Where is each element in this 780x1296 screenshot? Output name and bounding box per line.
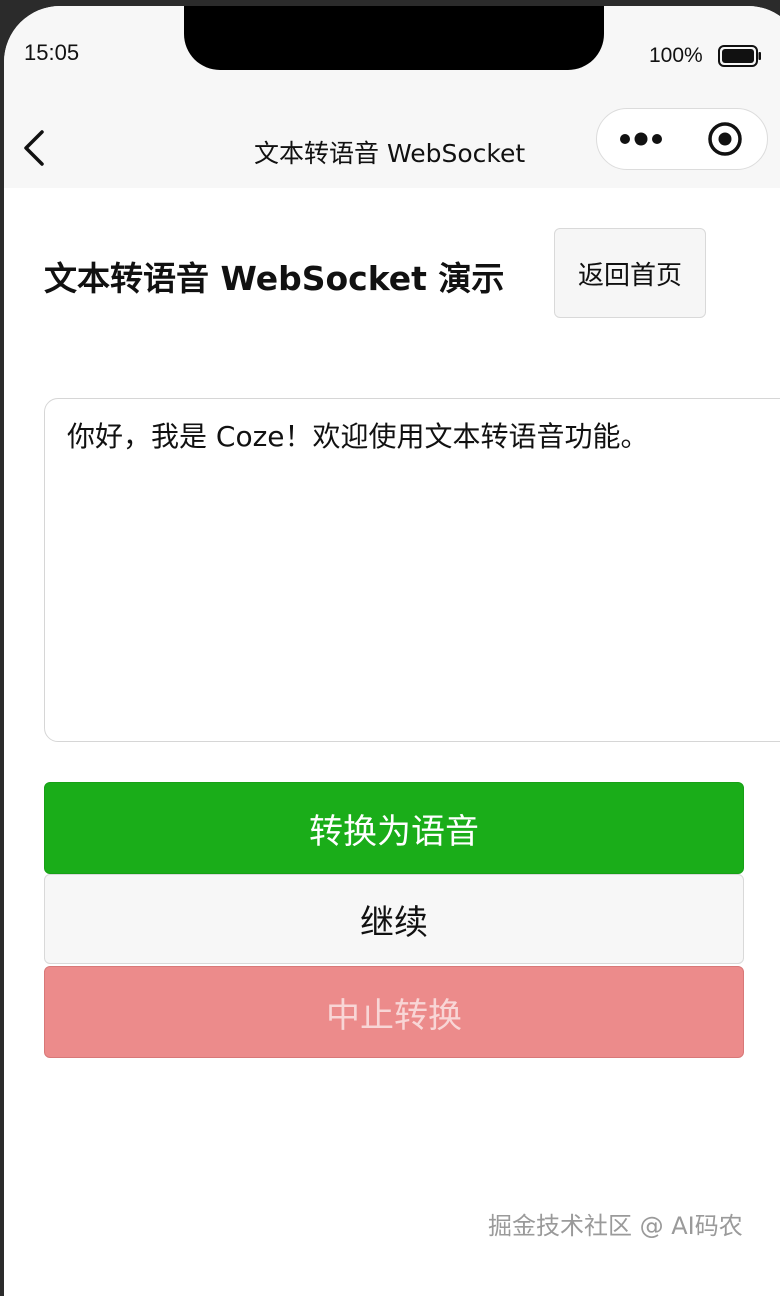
- page-title: 文本转语音 WebSocket 演示: [44, 259, 505, 298]
- phone-screen: 15:05 100% 文本转语音 WebSocket 文本转语音 WebSock: [4, 6, 780, 1296]
- text-input-area[interactable]: 你好，我是 Coze！欢迎使用文本转语音功能。: [44, 398, 780, 742]
- device-notch: [184, 6, 604, 70]
- continue-button[interactable]: 继续: [44, 874, 744, 964]
- navigation-bar: 文本转语音 WebSocket: [4, 98, 780, 188]
- battery-full-icon: [718, 45, 761, 67]
- battery-percentage: 100%: [649, 44, 703, 67]
- watermark-text: 掘金技术社区 @ AI码农: [488, 1212, 743, 1240]
- back-home-button[interactable]: 返回首页: [554, 228, 706, 318]
- status-time: 15:05: [24, 40, 80, 65]
- capsule-divider: [683, 125, 684, 153]
- nav-title: 文本转语音 WebSocket: [254, 139, 526, 168]
- convert-to-speech-button[interactable]: 转换为语音: [44, 782, 744, 874]
- miniprogram-capsule: [596, 108, 768, 170]
- chevron-left-icon[interactable]: [20, 128, 50, 168]
- status-bar: 15:05 100%: [4, 6, 780, 98]
- more-dots-icon[interactable]: [617, 127, 669, 151]
- target-close-icon[interactable]: [707, 121, 743, 157]
- stop-conversion-button[interactable]: 中止转换: [44, 966, 744, 1058]
